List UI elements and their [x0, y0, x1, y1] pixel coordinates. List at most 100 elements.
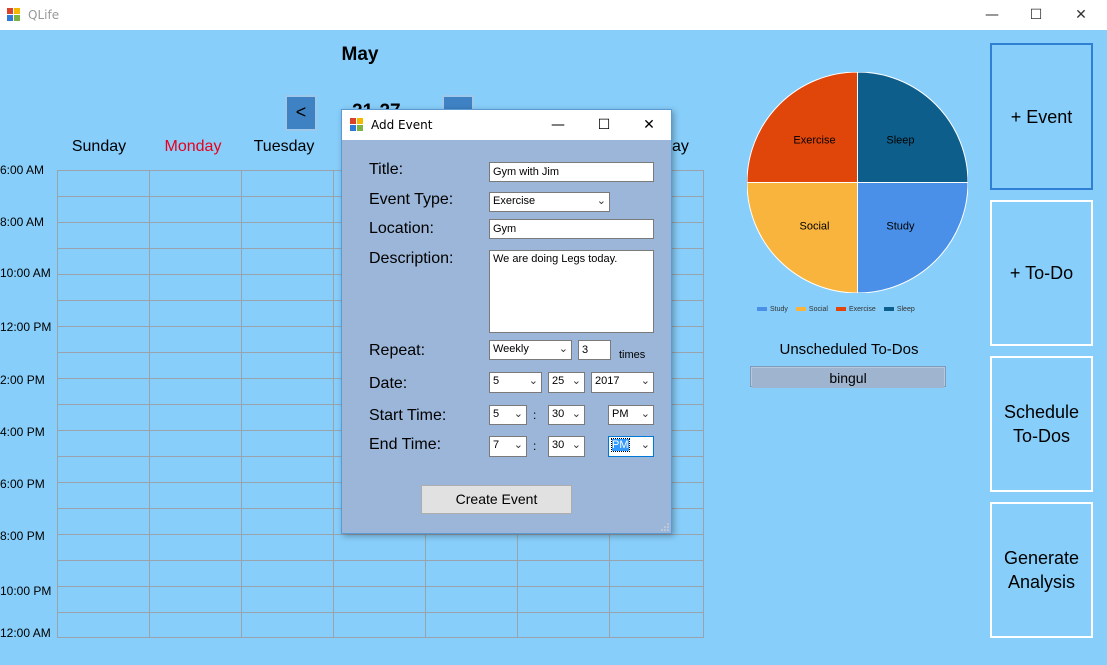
add-todo-button[interactable]: + To-Do — [990, 200, 1093, 346]
pie-label-exercise: Exercise — [793, 135, 835, 147]
add-event-button[interactable]: + Event — [990, 43, 1093, 190]
start-time-label: Start Time: — [369, 407, 447, 424]
repeat-value: Weekly — [493, 343, 529, 355]
legend-item-sleep: Sleep — [883, 306, 915, 313]
pie-slice-sleep — [857, 72, 968, 183]
day-monday: Monday — [164, 138, 222, 155]
minimize-button[interactable]: — — [535, 110, 581, 140]
repeat-label: Repeat: — [369, 342, 426, 359]
location-field[interactable] — [489, 219, 654, 239]
repeat-suffix: times — [619, 349, 646, 361]
add-event-dialog: Add Event — ☐ ✕ Title: Event Type: Exerc… — [341, 109, 672, 534]
time-label: 10:00 PM — [0, 584, 52, 598]
date-day-value: 25 — [552, 375, 565, 387]
title-field[interactable] — [489, 162, 654, 182]
pie-slice-social — [747, 182, 858, 293]
unscheduled-todos-title: Unscheduled To-Dos — [779, 341, 919, 358]
app-icon — [350, 118, 363, 131]
pie-legend: Study Social Exercise Sleep — [757, 306, 923, 313]
location-label: Location: — [369, 220, 434, 237]
chevron-down-icon: ⌄ — [571, 439, 581, 451]
app-title: QLife — [28, 8, 60, 22]
event-type-label: Event Type: — [369, 191, 454, 208]
dialog-title: Add Event — [371, 118, 433, 132]
start-ampm-select[interactable]: PM ⌄ — [608, 405, 654, 425]
end-minute-value: 30 — [552, 439, 565, 451]
chevron-down-icon: ⌄ — [596, 195, 606, 207]
close-button[interactable]: ✕ — [1058, 0, 1104, 30]
pie-slice-exercise — [747, 72, 858, 183]
time-label: 6:00 AM — [0, 163, 45, 177]
legend-item-study: Study — [757, 306, 788, 313]
time-label: 4:00 PM — [0, 425, 45, 439]
date-month-value: 5 — [493, 375, 500, 387]
chevron-down-icon: ⌄ — [571, 375, 581, 387]
title-label: Title: — [369, 161, 404, 178]
time-label: 8:00 PM — [0, 529, 45, 543]
app-icon — [7, 8, 20, 21]
chevron-down-icon: ⌄ — [640, 408, 650, 420]
legend-label: Exercise — [848, 306, 876, 313]
chevron-down-icon: ⌄ — [528, 375, 538, 387]
event-type-select[interactable]: Exercise ⌄ — [489, 192, 610, 212]
end-hour-select[interactable]: 7 ⌄ — [489, 436, 527, 457]
end-time-label: End Time: — [369, 436, 442, 453]
unscheduled-todos-list[interactable]: bingul — [750, 366, 946, 388]
button-label: Analysis — [1007, 572, 1076, 592]
chevron-down-icon: ⌄ — [513, 439, 523, 451]
time-label: 2:00 PM — [0, 373, 45, 387]
repeat-select[interactable]: Weekly ⌄ — [489, 340, 572, 360]
maximize-button[interactable]: ☐ — [1013, 0, 1059, 30]
button-label: To-Dos — [1012, 426, 1070, 446]
schedule-todos-button[interactable]: Schedule To-Dos — [990, 356, 1093, 492]
legend-item-social: Social — [795, 306, 828, 313]
maximize-button[interactable]: ☐ — [581, 110, 627, 140]
legend-item-exercise: Exercise — [835, 306, 876, 313]
end-ampm-value: PM — [611, 438, 630, 452]
create-event-button[interactable]: Create Event — [421, 485, 572, 514]
time-label: 8:00 AM — [0, 215, 45, 229]
time-separator: : — [533, 408, 537, 422]
list-item[interactable]: bingul — [752, 368, 944, 388]
prev-week-button[interactable]: < — [285, 95, 317, 131]
button-label: Schedule — [1003, 402, 1080, 422]
description-field[interactable]: We are doing Legs today. — [489, 250, 654, 333]
chevron-down-icon: ⌄ — [571, 408, 581, 420]
day-saturday-partial: ay — [672, 138, 689, 155]
close-button[interactable]: ✕ — [626, 110, 672, 140]
activity-pie-chart: Study Social Exercise Sleep — [747, 72, 968, 293]
minimize-button[interactable]: — — [969, 0, 1015, 30]
pie-label-social: Social — [800, 220, 830, 232]
event-type-value: Exercise — [493, 195, 536, 207]
repeat-count-field[interactable] — [578, 340, 611, 360]
chevron-down-icon: ⌄ — [640, 439, 650, 451]
legend-label: Study — [770, 306, 788, 313]
pie-slice-study — [857, 182, 968, 293]
start-ampm-value: PM — [612, 408, 629, 420]
legend-swatch — [795, 307, 806, 312]
day-sunday: Sunday — [71, 138, 127, 155]
time-label: 10:00 AM — [0, 266, 51, 280]
resize-grip-icon[interactable] — [661, 523, 669, 531]
time-separator: : — [533, 439, 537, 453]
date-label: Date: — [369, 375, 408, 392]
pie-label-study: Study — [886, 220, 915, 232]
date-year-select[interactable]: 2017 ⌄ — [591, 372, 654, 393]
date-day-select[interactable]: 25 ⌄ — [548, 372, 585, 393]
dialog-title-bar[interactable]: Add Event — ☐ ✕ — [342, 110, 671, 140]
legend-swatch — [757, 307, 767, 312]
chevron-down-icon: ⌄ — [558, 343, 568, 355]
legend-swatch — [835, 307, 846, 312]
start-hour-value: 5 — [493, 408, 500, 420]
time-label: 12:00 PM — [0, 320, 52, 334]
end-ampm-select[interactable]: PM ⌄ — [608, 436, 654, 457]
generate-analysis-button[interactable]: Generate Analysis — [990, 502, 1093, 638]
title-bar: QLife — ☐ ✕ — [0, 0, 1107, 30]
date-year-value: 2017 — [595, 375, 620, 387]
time-label: 12:00 AM — [0, 626, 51, 640]
day-tuesday: Tuesday — [253, 138, 315, 155]
start-hour-select[interactable]: 5 ⌄ — [489, 405, 527, 425]
start-minute-select[interactable]: 30 ⌄ — [548, 405, 585, 425]
end-minute-select[interactable]: 30 ⌄ — [548, 436, 585, 457]
date-month-select[interactable]: 5 ⌄ — [489, 372, 542, 393]
